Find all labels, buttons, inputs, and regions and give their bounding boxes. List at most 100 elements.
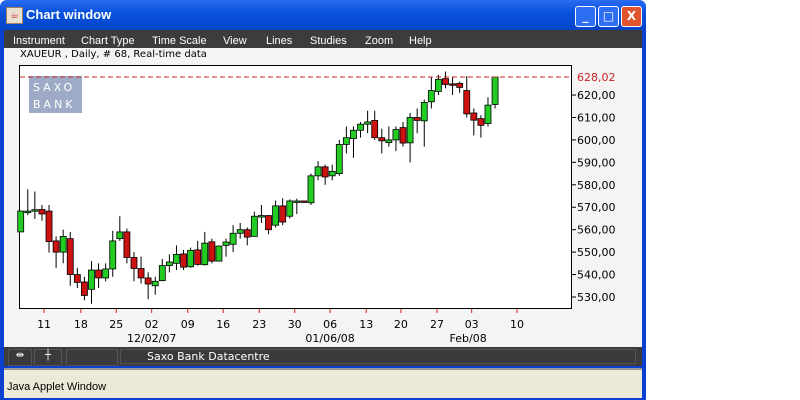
candle-body — [45, 210, 53, 242]
x-tick-label: 06 — [323, 318, 337, 331]
candle-body — [95, 269, 102, 279]
y-tick-label: 550,00 — [577, 246, 616, 259]
y-tick-label: 610,00 — [577, 111, 616, 124]
candle-body — [342, 137, 350, 145]
candle-body — [123, 231, 131, 258]
candle-body — [158, 265, 166, 282]
x-tick-label: 03 — [465, 318, 479, 331]
x-tick-label: 16 — [216, 318, 230, 331]
candle-body — [81, 281, 88, 296]
candle-body — [52, 240, 60, 253]
candle-body — [491, 76, 499, 105]
candle-body — [335, 144, 343, 174]
candle-body — [66, 238, 74, 275]
candle-body — [151, 280, 159, 287]
candle-body — [88, 269, 95, 290]
candle-body — [399, 127, 407, 144]
candle-body — [137, 268, 145, 279]
candle-body — [413, 117, 421, 121]
x-tick-label: 09 — [181, 318, 195, 331]
x-tick-label: 02 — [145, 318, 159, 331]
candle-body — [17, 210, 25, 233]
y-tick-label: 590,00 — [577, 156, 616, 169]
candle-body — [109, 240, 117, 270]
candle-body — [427, 90, 435, 103]
y-tick-label: 600,00 — [577, 134, 616, 147]
x-tick-label: 10 — [510, 318, 524, 331]
candle-body — [279, 205, 287, 223]
x-month-label: 01/06/08 — [305, 332, 354, 345]
crosshair-button[interactable]: ┼ — [34, 349, 62, 366]
y-tick-label: 560,00 — [577, 224, 616, 237]
candle-body — [236, 229, 244, 234]
candle-body — [357, 123, 364, 131]
candle-body — [173, 253, 180, 264]
x-month-label: Feb/08 — [450, 332, 487, 345]
candle-body — [215, 245, 223, 262]
candle-body — [73, 274, 81, 283]
candlestick-chart[interactable]: SAXO BANK 530,00 540,00 550,00 560,00 570,00… — [0, 0, 646, 347]
pin-button[interactable]: ⇹ — [8, 349, 32, 366]
logo-line-2: BANK — [33, 98, 76, 111]
candle-body — [420, 102, 428, 122]
candle-body — [250, 215, 258, 237]
candle-body — [350, 129, 357, 139]
chart-window: ☕ Chart window _ □ X Instrument Chart Ty… — [0, 0, 646, 400]
x-tick-label: 27 — [430, 318, 444, 331]
x-tick-label: 25 — [109, 318, 123, 331]
y-tick-label: 530,00 — [577, 291, 616, 304]
candle-body — [328, 170, 336, 177]
candle-body — [435, 78, 442, 92]
y-tick-label: 570,00 — [577, 201, 616, 214]
x-tick-label: 20 — [394, 318, 408, 331]
candle-body — [385, 139, 393, 144]
candle-body — [130, 257, 138, 269]
candle-body — [307, 175, 315, 204]
candle-body — [24, 210, 32, 214]
x-tick-label: 13 — [359, 318, 373, 331]
y-tick-label: 620,00 — [577, 89, 616, 102]
candle-body — [38, 209, 46, 215]
status-text: Saxo Bank Datacentre — [120, 349, 636, 364]
applet-label: Java Applet Window — [7, 381, 107, 393]
candle-body — [201, 242, 209, 266]
candle-body — [144, 277, 152, 285]
applet-bar: Java Applet Window — [4, 368, 642, 398]
candle-body — [463, 90, 471, 115]
candle-body — [364, 121, 372, 125]
candle-body — [31, 209, 39, 212]
candle-body — [321, 166, 329, 178]
logo-line-1: SAXO — [33, 81, 75, 94]
candle-body — [165, 261, 173, 266]
candle-body — [222, 241, 230, 246]
x-tick-label: 11 — [37, 318, 51, 331]
x-month-label: 12/02/07 — [127, 332, 176, 345]
candle-body — [378, 137, 386, 142]
candle-body — [102, 268, 110, 279]
candle-body — [265, 215, 272, 231]
y-tick-label: 540,00 — [577, 269, 616, 282]
candle-body — [449, 83, 456, 86]
candle-body — [229, 232, 237, 245]
candle-body — [406, 117, 414, 144]
status-bar: ⇹ ┼ Saxo Bank Datacentre — [4, 347, 642, 366]
candle-body — [293, 200, 301, 203]
candle-body — [59, 236, 67, 253]
candle-body — [484, 104, 492, 124]
candle-body — [392, 129, 400, 141]
candle-body — [180, 253, 187, 268]
last-price-label: 628,02 — [577, 71, 616, 84]
candle-body — [208, 241, 216, 262]
candle-body — [477, 118, 485, 126]
status-field-empty — [66, 349, 118, 366]
candle-body — [272, 205, 279, 226]
candle-body — [187, 249, 195, 268]
candle-body — [300, 200, 308, 203]
candle-body — [243, 229, 251, 238]
candle-body — [194, 249, 202, 265]
candle-body — [116, 231, 124, 240]
candle-body — [314, 166, 322, 177]
x-tick-label: 23 — [252, 318, 266, 331]
candle-body — [371, 119, 379, 139]
x-tick-label: 18 — [74, 318, 88, 331]
